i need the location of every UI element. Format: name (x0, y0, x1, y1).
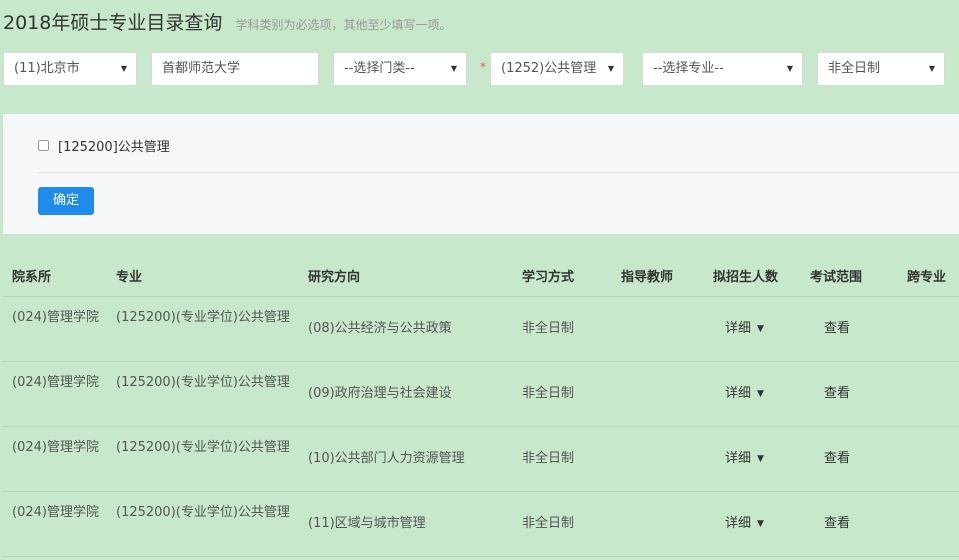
caret-down-icon: ▼ (757, 454, 764, 464)
dept-cell: (024)管理学院 (12, 310, 99, 325)
header-dept: 院系所 (12, 270, 52, 285)
header-cross-major: 跨专业 (907, 270, 947, 285)
discipline-select-value: (1252)公共管理 (501, 61, 597, 76)
page-header: 2018年硕士专业目录查询 学科类别为必选项，其他至少填写一项。 (3, 8, 451, 36)
header-mode: 学习方式 (522, 270, 575, 285)
study-mode-select[interactable]: 非全日制 ▼ (817, 52, 945, 86)
mode-cell: 非全日制 (522, 321, 575, 336)
mode-cell: 非全日制 (522, 451, 575, 466)
quota-detail-label: 详细 (725, 386, 752, 401)
dept-cell: (024)管理学院 (12, 440, 99, 455)
quota-detail-label: 详细 (725, 451, 752, 466)
category-select-value: --选择门类-- (344, 61, 415, 76)
major-cell: (125200)(专业学位)公共管理 (116, 440, 290, 455)
header-direction: 研究方向 (308, 270, 361, 285)
quota-detail-link[interactable]: 详细 ▼ (725, 448, 764, 470)
direction-cell: (08)公共经济与公共政策 (308, 321, 452, 336)
study-mode-select-value: 非全日制 (828, 61, 881, 76)
page-title: 2018年硕士专业目录查询 (3, 12, 223, 34)
table-row: (024)管理学院 (125200)(专业学位)公共管理 (08)公共经济与公共… (3, 297, 959, 362)
header-scope: 考试范围 (810, 270, 863, 285)
major-cell: (125200)(专业学位)公共管理 (116, 310, 290, 325)
header-major: 专业 (116, 270, 143, 285)
table-row: (024)管理学院 (125200)(专业学位)公共管理 (09)政府治理与社会… (3, 362, 959, 427)
header-advisor: 指导教师 (621, 270, 674, 285)
quota-detail-link[interactable]: 详细 ▼ (725, 383, 764, 405)
school-input[interactable]: 首都师范大学 (151, 52, 319, 86)
major-cell: (125200)(专业学位)公共管理 (116, 505, 290, 520)
confirm-button[interactable]: 确定 (38, 187, 94, 215)
caret-down-icon: ▼ (757, 389, 764, 399)
chevron-down-icon: ▼ (450, 64, 457, 73)
chevron-down-icon: ▼ (786, 64, 793, 73)
dept-cell: (024)管理学院 (12, 375, 99, 390)
exam-scope-link[interactable]: 查看 (824, 448, 850, 470)
header-quota: 拟招生人数 (713, 270, 779, 285)
results-table: 院系所 专业 研究方向 学习方式 指导教师 拟招生人数 考试范围 跨专业 (02… (3, 252, 959, 557)
exam-scope-link[interactable]: 查看 (824, 318, 850, 340)
discipline-select[interactable]: (1252)公共管理 ▼ (490, 52, 624, 86)
direction-cell: (11)区域与城市管理 (308, 516, 426, 531)
province-select[interactable]: (11)北京市 ▼ (3, 52, 137, 86)
major-checkbox-row[interactable]: [125200]公共管理 (38, 136, 170, 155)
panel-divider (38, 172, 959, 173)
mode-cell: 非全日制 (522, 516, 575, 531)
quota-detail-label: 详细 (725, 321, 752, 336)
dept-cell: (024)管理学院 (12, 505, 99, 520)
required-mark: * (480, 60, 486, 74)
chevron-down-icon: ▼ (607, 64, 614, 73)
chevron-down-icon: ▼ (928, 64, 935, 73)
mode-cell: 非全日制 (522, 386, 575, 401)
major-select[interactable]: --选择专业-- ▼ (642, 52, 803, 86)
category-select[interactable]: --选择门类-- ▼ (333, 52, 467, 86)
major-select-value: --选择专业-- (653, 61, 724, 76)
province-select-value: (11)北京市 (14, 61, 80, 76)
table-header: 院系所 专业 研究方向 学习方式 指导教师 拟招生人数 考试范围 跨专业 (3, 252, 959, 297)
exam-scope-link[interactable]: 查看 (824, 383, 850, 405)
exam-scope-link[interactable]: 查看 (824, 513, 850, 535)
quota-detail-label: 详细 (725, 516, 752, 531)
major-selection-panel: [125200]公共管理 确定 (3, 114, 959, 234)
major-cell: (125200)(专业学位)公共管理 (116, 375, 290, 390)
quota-detail-link[interactable]: 详细 ▼ (725, 318, 764, 340)
school-input-value: 首都师范大学 (162, 61, 241, 76)
caret-down-icon: ▼ (757, 324, 764, 334)
caret-down-icon: ▼ (757, 519, 764, 529)
page-hint: 学科类别为必选项，其他至少填写一项。 (235, 18, 452, 32)
direction-cell: (09)政府治理与社会建设 (308, 386, 452, 401)
table-row: (024)管理学院 (125200)(专业学位)公共管理 (11)区域与城市管理… (3, 492, 959, 557)
chevron-down-icon: ▼ (120, 64, 127, 73)
quota-detail-link[interactable]: 详细 ▼ (725, 513, 764, 535)
table-row: (024)管理学院 (125200)(专业学位)公共管理 (10)公共部门人力资… (3, 427, 959, 492)
major-checkbox-label: [125200]公共管理 (58, 140, 170, 155)
direction-cell: (10)公共部门人力资源管理 (308, 451, 465, 466)
major-checkbox[interactable] (38, 140, 49, 151)
